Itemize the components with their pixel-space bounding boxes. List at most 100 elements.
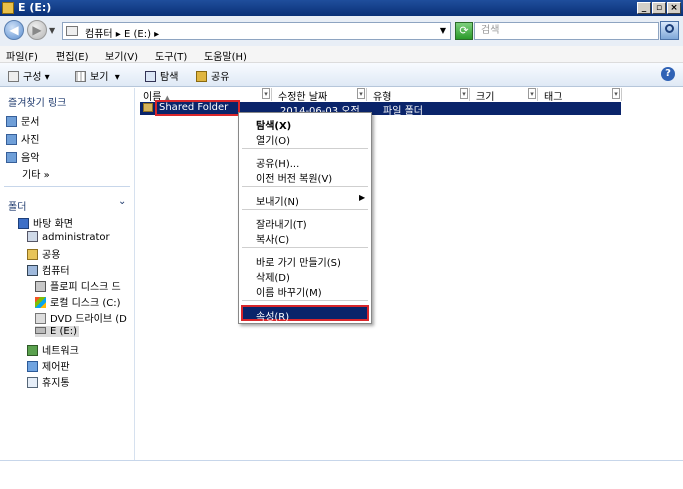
tree-control-panel[interactable]: 제어판 xyxy=(27,358,70,373)
favorite-music[interactable]: 음악 xyxy=(6,149,39,164)
share-button[interactable]: 공유 xyxy=(196,68,229,83)
organize-label: 구성 xyxy=(23,72,42,83)
column-date-dropdown-icon[interactable]: ▾ xyxy=(357,88,365,99)
address-bar[interactable]: 컴퓨터 ▸ E (E:) ▸ ▼ xyxy=(62,22,451,40)
tree-administrator-label: administrator xyxy=(42,232,110,243)
windows-drive-icon xyxy=(35,297,46,308)
tree-desktop[interactable]: 바탕 화면 xyxy=(18,215,73,230)
share-icon xyxy=(196,71,207,82)
computer-icon xyxy=(27,265,38,276)
recycle-bin-icon xyxy=(27,377,38,388)
organize-button[interactable]: 구성 ▾ xyxy=(8,68,50,83)
column-type-dropdown-icon[interactable]: ▾ xyxy=(460,88,468,99)
menu-item-cut[interactable]: 잘라내기(T) xyxy=(256,216,307,231)
tree-local-disk-label: 로컬 디스크 (C:) xyxy=(50,298,121,309)
menu-edit[interactable]: 편집(E) xyxy=(56,48,89,63)
tree-drive-e[interactable]: E (E:) xyxy=(35,326,79,337)
folders-collapse-icon[interactable]: ⌄ xyxy=(118,196,126,207)
menu-item-copy[interactable]: 복사(C) xyxy=(256,231,289,246)
search-icon xyxy=(665,24,674,33)
drive-icon xyxy=(35,327,46,334)
dvd-icon xyxy=(35,313,46,324)
column-tags-dropdown-icon[interactable]: ▾ xyxy=(612,88,620,99)
minimize-button[interactable]: _ xyxy=(637,2,651,14)
menu-item-share[interactable]: 공유(H)... xyxy=(256,155,299,170)
window-title: E (E:) xyxy=(18,1,52,14)
menu-separator xyxy=(242,247,368,248)
tree-computer[interactable]: 컴퓨터 xyxy=(27,262,70,277)
column-name-dropdown-icon[interactable]: ▾ xyxy=(262,88,270,99)
tree-dvd-label: DVD 드라이브 (D xyxy=(50,314,127,325)
menu-tools[interactable]: 도구(T) xyxy=(155,48,187,63)
forward-button[interactable]: ▶ xyxy=(27,20,47,40)
tree-dvd[interactable]: DVD 드라이브 (D xyxy=(35,310,127,325)
explore-label: 탐색 xyxy=(160,72,179,83)
organize-icon xyxy=(8,71,19,82)
file-type: 파일 폴더 xyxy=(383,106,423,117)
tree-computer-label: 컴퓨터 xyxy=(42,266,70,277)
control-panel-icon xyxy=(27,361,38,372)
column-size-dropdown-icon[interactable]: ▾ xyxy=(528,88,536,99)
explore-button[interactable]: 탐색 xyxy=(145,68,178,83)
menu-item-delete[interactable]: 삭제(D) xyxy=(256,269,290,284)
history-dropdown-icon[interactable]: ▼ xyxy=(49,26,55,35)
search-button[interactable] xyxy=(660,21,679,40)
tree-public[interactable]: 공용 xyxy=(27,246,60,261)
address-dropdown-icon[interactable]: ▼ xyxy=(440,26,446,35)
menu-separator xyxy=(242,209,368,210)
tree-local-disk[interactable]: 로컬 디스크 (C:) xyxy=(35,294,121,309)
tree-recycle-bin-label: 휴지통 xyxy=(42,378,70,389)
back-button[interactable]: ◀ xyxy=(4,20,24,40)
help-icon[interactable]: ? xyxy=(661,67,675,81)
column-tags[interactable]: 태그 ▾ xyxy=(538,88,622,103)
documents-icon xyxy=(6,116,17,127)
menu-file[interactable]: 파일(F) xyxy=(6,48,38,63)
column-size[interactable]: 크기 ▾ xyxy=(470,88,538,103)
search-input[interactable]: 검색 xyxy=(474,22,659,40)
menu-item-properties[interactable]: 속성(R) xyxy=(241,305,369,323)
desktop-icon xyxy=(18,218,29,229)
tree-public-label: 공용 xyxy=(42,250,61,261)
menu-item-rename[interactable]: 이름 바꾸기(M) xyxy=(256,284,322,299)
menu-item-restore[interactable]: 이전 버전 복원(V) xyxy=(256,170,332,185)
favorites-more[interactable]: 기타 » xyxy=(22,166,50,181)
favorite-pictures[interactable]: 사진 xyxy=(6,131,39,146)
tree-administrator[interactable]: administrator xyxy=(27,231,110,243)
explorer-window: E (E:) _ ▫ × ◀ ▶ ▼ 컴퓨터 ▸ E (E:) ▸ ▼ ⟳ 검색… xyxy=(0,0,683,489)
share-label: 공유 xyxy=(211,72,230,83)
column-type[interactable]: 유형 ▾ xyxy=(367,88,470,103)
favorites-title: 즐겨찾기 링크 xyxy=(8,98,67,109)
views-button[interactable]: 보기 ▾ xyxy=(75,68,120,83)
breadcrumb[interactable]: 컴퓨터 ▸ E (E:) ▸ xyxy=(85,25,159,40)
views-icon xyxy=(75,71,86,82)
tree-network-label: 네트워크 xyxy=(42,346,79,357)
network-icon xyxy=(27,345,38,356)
tree-floppy[interactable]: 플로피 디스크 드 xyxy=(35,278,121,293)
tree-network[interactable]: 네트워크 xyxy=(27,342,79,357)
menu-item-properties-label: 속성(R) xyxy=(256,312,290,323)
menu-item-create-shortcut[interactable]: 바로 가기 만들기(S) xyxy=(256,254,341,269)
column-date[interactable]: 수정한 날짜 ▾ xyxy=(272,88,367,103)
menu-item-open[interactable]: 열기(O) xyxy=(256,132,290,147)
highlight-box-file xyxy=(155,100,240,116)
tree-drive-e-label: E (E:) xyxy=(50,326,77,337)
close-button[interactable]: × xyxy=(667,2,681,14)
tree-recycle-bin[interactable]: 휴지통 xyxy=(27,374,70,389)
menu-view[interactable]: 보기(V) xyxy=(105,48,138,63)
refresh-button[interactable]: ⟳ xyxy=(455,22,473,40)
command-bar: 구성 ▾ 보기 ▾ 탐색 공유 ? xyxy=(0,63,683,87)
maximize-button[interactable]: ▫ xyxy=(652,2,666,14)
favorite-documents[interactable]: 문서 xyxy=(6,113,39,128)
menu-item-send-to[interactable]: 보내기(N) xyxy=(256,193,299,208)
user-folder-icon xyxy=(27,231,38,242)
views-label: 보기 xyxy=(90,72,109,83)
menu-help[interactable]: 도움말(H) xyxy=(204,48,247,63)
pictures-icon xyxy=(6,134,17,145)
tree-floppy-label: 플로피 디스크 드 xyxy=(50,282,121,293)
menu-separator xyxy=(242,300,368,301)
folders-title[interactable]: 폴더 xyxy=(8,198,26,213)
title-bar[interactable]: E (E:) _ ▫ × xyxy=(0,0,683,16)
context-menu: 탐색(X) 열기(O) 공유(H)... 이전 버전 복원(V) 보내기(N) … xyxy=(238,112,372,324)
menu-item-explore[interactable]: 탐색(X) xyxy=(256,117,291,132)
floppy-icon xyxy=(35,281,46,292)
